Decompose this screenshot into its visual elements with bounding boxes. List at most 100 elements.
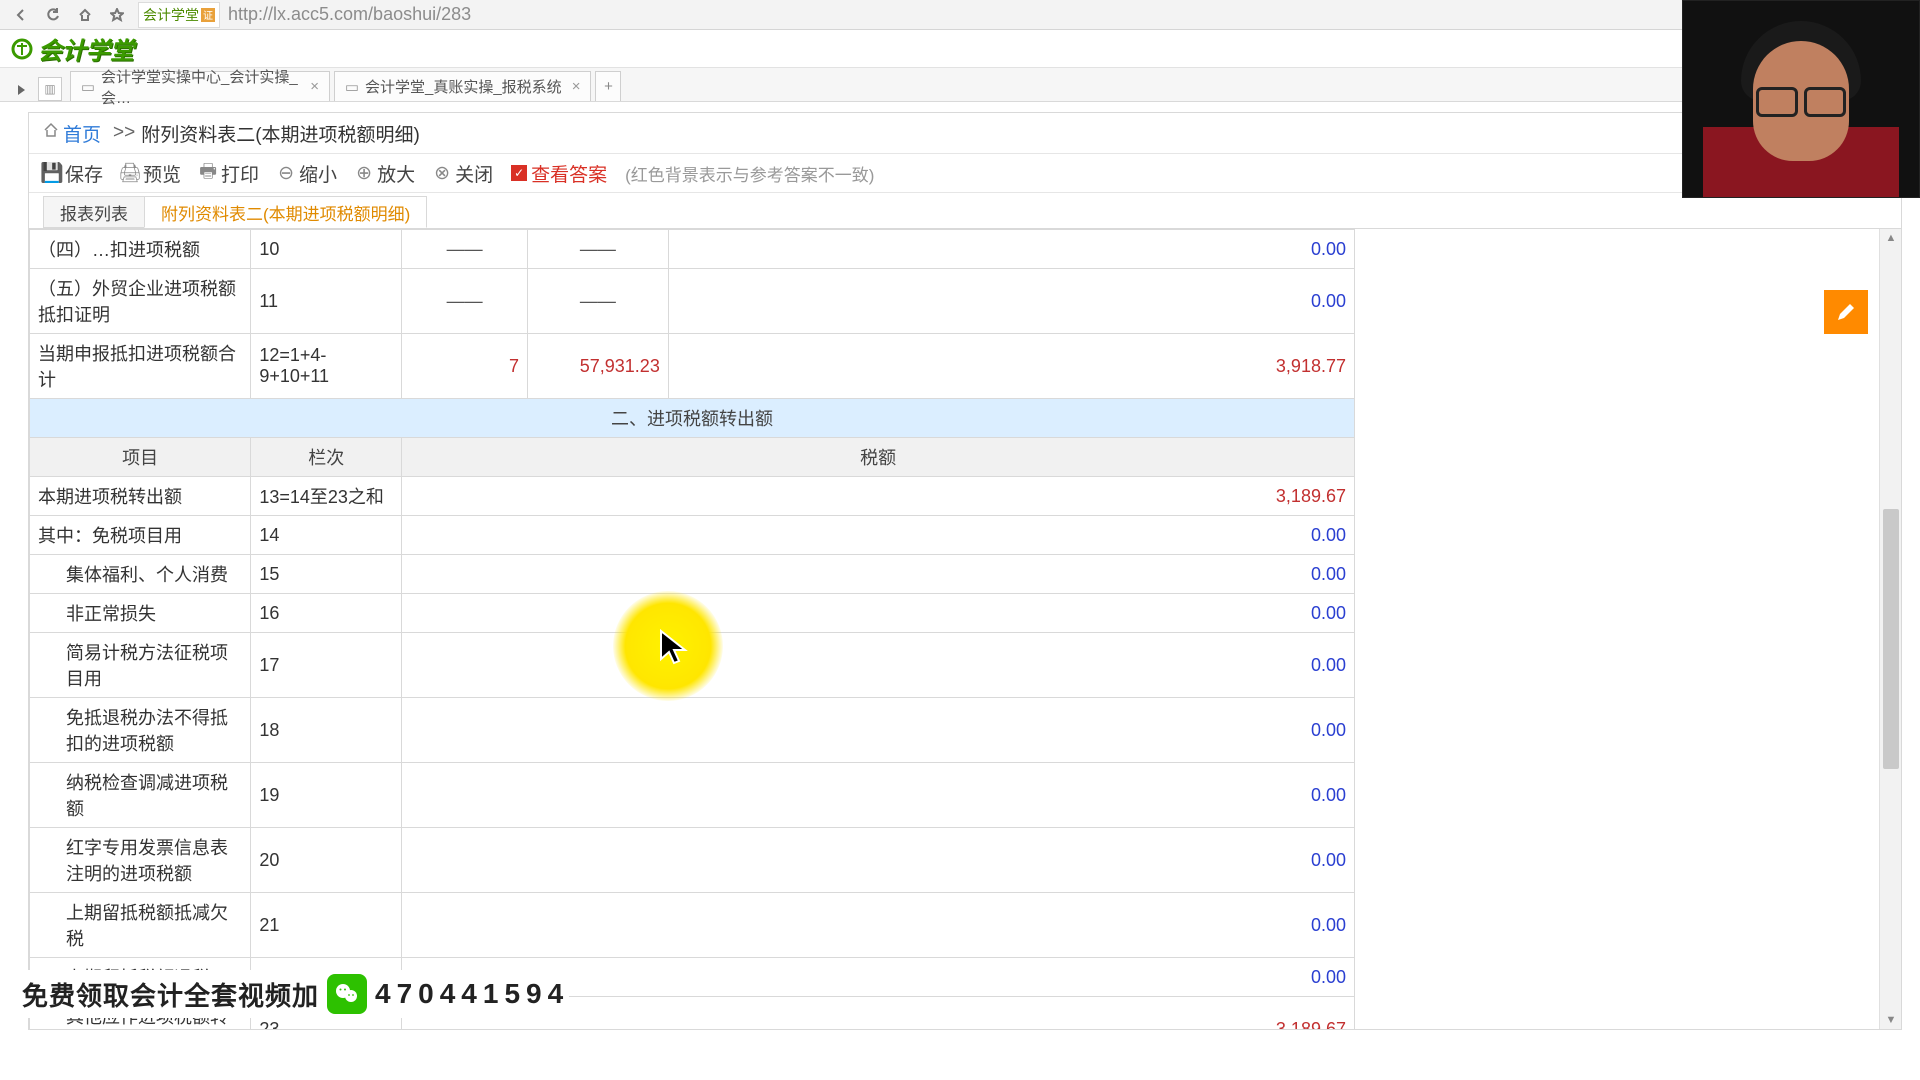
breadcrumb-home[interactable]: 首页 (43, 120, 101, 147)
wechat-icon (327, 974, 367, 1014)
row-column-no: 20 (251, 828, 402, 893)
side-action-button[interactable] (1824, 290, 1868, 334)
tab-page-icon: ▭ (81, 80, 95, 94)
row-column-no: 11 (251, 269, 402, 334)
url-text[interactable]: http://lx.acc5.com/baoshui/283 (228, 4, 471, 25)
inner-tabs: 报表列表 附列资料表二(本期进项税额明细) (29, 193, 1901, 229)
tab-appendix2[interactable]: 附列资料表二(本期进项税额明细) (144, 196, 427, 228)
row-label: 本期进项税转出额 (30, 477, 251, 516)
row-cell[interactable]: —— (527, 230, 668, 269)
save-button[interactable]: 💾保存 (43, 160, 103, 187)
row-value[interactable]: 0.00 (402, 893, 1355, 958)
row-value[interactable]: 0.00 (668, 230, 1354, 269)
row-label: 其中：免税项目用 (30, 516, 251, 555)
row-column-no: 10 (251, 230, 402, 269)
browser-tab[interactable]: ▭ 会计学堂_真账实操_报税系统 × (334, 71, 591, 101)
new-tab-button[interactable]: + (595, 71, 621, 101)
zoom-out-button[interactable]: ⊖缩小 (277, 160, 337, 187)
close-icon: ⊗ (433, 164, 451, 182)
site-badge: 会计学堂 证 (138, 2, 220, 28)
footer-text: 免费领取会计全套视频加 (22, 976, 319, 1013)
table-viewport[interactable]: （四）…扣进项税额10————0.00（五）外贸企业进项税额抵扣证明11————… (29, 229, 1879, 1029)
print-button[interactable]: 🖶打印 (199, 160, 259, 187)
run-arrow-icon[interactable] (10, 79, 32, 101)
tab-report-list[interactable]: 报表列表 (43, 196, 145, 228)
nav-reload-icon[interactable] (42, 4, 64, 26)
row-cell[interactable]: 7 (402, 334, 528, 399)
row-label: 非正常损失 (30, 594, 251, 633)
row-value[interactable]: 0.00 (402, 516, 1355, 555)
row-column-no: 21 (251, 893, 402, 958)
zoom-in-button[interactable]: ⊕放大 (355, 160, 415, 187)
brand-strip: 会计学堂 (0, 30, 1920, 68)
row-value[interactable]: 0.00 (402, 555, 1355, 594)
row-label: 集体福利、个人消费 (30, 555, 251, 594)
vertical-scrollbar[interactable]: ▲ ▼ (1879, 229, 1901, 1029)
table-row: 非正常损失160.00 (30, 594, 1355, 633)
row-column-no: 18 (251, 698, 402, 763)
row-value[interactable]: 0.00 (402, 763, 1355, 828)
row-label: 当期申报抵扣进项税额合计 (30, 334, 251, 399)
scroll-up-icon[interactable]: ▲ (1880, 229, 1901, 247)
preview-button[interactable]: 🖨预览 (121, 160, 181, 187)
row-value[interactable]: 0.00 (402, 698, 1355, 763)
pencil-icon (1835, 301, 1857, 323)
nav-home-icon[interactable] (74, 4, 96, 26)
home-icon (43, 122, 59, 144)
table-row: 上期留抵税额抵减欠税210.00 (30, 893, 1355, 958)
tab-close-icon[interactable]: × (572, 78, 581, 95)
zoom-in-icon: ⊕ (355, 164, 373, 182)
row-value[interactable]: 0.00 (402, 633, 1355, 698)
breadcrumb-sep: >> (113, 122, 135, 144)
row-cell[interactable]: 57,931.23 (527, 334, 668, 399)
row-value[interactable]: 0.00 (402, 594, 1355, 633)
row-value[interactable]: 3,189.67 (402, 477, 1355, 516)
row-column-no: 15 (251, 555, 402, 594)
row-cell[interactable]: —— (402, 230, 528, 269)
show-answer-toggle[interactable]: ✓ 查看答案 (511, 160, 607, 187)
brand-text: 会计学堂 (38, 31, 134, 66)
tab-close-icon[interactable]: × (310, 78, 319, 95)
row-cell[interactable]: —— (527, 269, 668, 334)
table-row: 当期申报抵扣进项税额合计12=1+4-9+10+11757,931.233,91… (30, 334, 1355, 399)
checkbox-checked-icon: ✓ (511, 165, 527, 181)
nav-back-icon[interactable] (10, 4, 32, 26)
webcam-overlay (1682, 0, 1920, 198)
table-row: 纳税检查调减进项税额190.00 (30, 763, 1355, 828)
close-button[interactable]: ⊗关闭 (433, 160, 493, 187)
row-value[interactable]: 0.00 (668, 269, 1354, 334)
toolbar: 💾保存 🖨预览 🖶打印 ⊖缩小 ⊕放大 ⊗关闭 ✓ 查看答案 (红色背景表示与参… (29, 153, 1901, 193)
table-wrap: （四）…扣进项税额10————0.00（五）外贸企业进项税额抵扣证明11————… (29, 229, 1901, 1029)
breadcrumb-current: 附列资料表二(本期进项税额明细) (141, 120, 420, 147)
browser-address-bar: 会计学堂 证 http://lx.acc5.com/baoshui/283 (0, 0, 1920, 30)
row-label: （四）…扣进项税额 (30, 230, 251, 269)
row-value[interactable]: 3,918.77 (668, 334, 1354, 399)
row-label: 上期留抵税额抵减欠税 (30, 893, 251, 958)
table-row: 免抵退税办法不得抵扣的进项税额180.00 (30, 698, 1355, 763)
row-label: 纳税检查调减进项税额 (30, 763, 251, 828)
badge-mark-icon: 证 (201, 8, 215, 22)
row-column-no: 14 (251, 516, 402, 555)
row-label: 红字专用发票信息表注明的进项税额 (30, 828, 251, 893)
table-row: 红字专用发票信息表注明的进项税额200.00 (30, 828, 1355, 893)
browser-tab[interactable]: ▭ 会计学堂实操中心_会计实操_会… × (70, 71, 330, 101)
doc-chip-icon[interactable]: ▥ (38, 77, 62, 101)
row-value[interactable]: 0.00 (402, 828, 1355, 893)
nav-star-icon[interactable] (106, 4, 128, 26)
table-row: （五）外贸企业进项税额抵扣证明11————0.00 (30, 269, 1355, 334)
scroll-down-icon[interactable]: ▼ (1880, 1011, 1901, 1029)
print-icon: 🖶 (199, 164, 217, 182)
table-header-row: 项目 栏次 税额 (30, 438, 1355, 477)
row-cell[interactable]: —— (402, 269, 528, 334)
row-column-no: 16 (251, 594, 402, 633)
scroll-thumb[interactable] (1883, 509, 1899, 769)
tab-label: 会计学堂_真账实操_报税系统 (365, 76, 562, 97)
row-label: 免抵退税办法不得抵扣的进项税额 (30, 698, 251, 763)
breadcrumb: 首页 >> 附列资料表二(本期进项税额明细) (29, 113, 1901, 153)
row-column-no: 12=1+4-9+10+11 (251, 334, 402, 399)
footer-banner: 免费领取会计全套视频加 470441594 (22, 970, 569, 1018)
tab-page-icon: ▭ (345, 80, 359, 94)
table-row: （四）…扣进项税额10————0.00 (30, 230, 1355, 269)
page-panel: 首页 >> 附列资料表二(本期进项税额明细) 💾保存 🖨预览 🖶打印 ⊖缩小 ⊕… (28, 112, 1902, 1030)
table-row: 简易计税方法征税项目用170.00 (30, 633, 1355, 698)
